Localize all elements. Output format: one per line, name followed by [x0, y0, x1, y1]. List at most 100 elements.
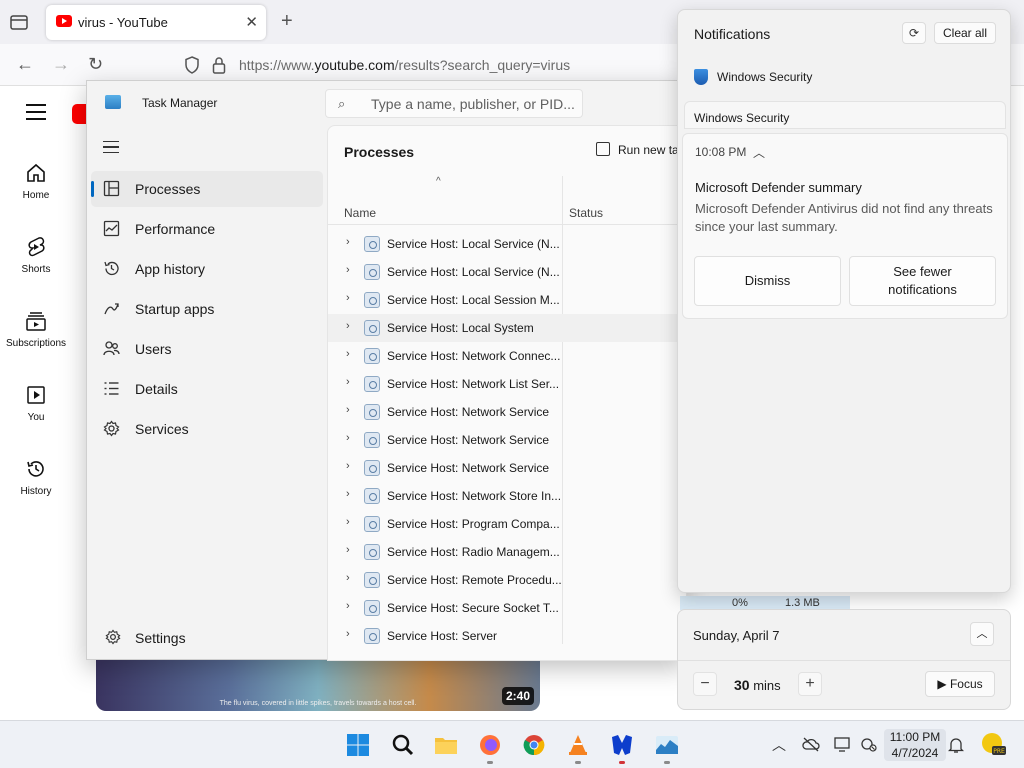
process-row[interactable]: › Service Host: Program Compa...: [328, 510, 686, 538]
expand-chevron-icon[interactable]: ›: [346, 376, 350, 388]
yt-nav-history[interactable]: History: [0, 458, 72, 497]
expand-chevron-icon[interactable]: ›: [346, 292, 350, 304]
nav-settings[interactable]: Settings: [91, 619, 323, 655]
process-row[interactable]: › Service Host: Server: [328, 622, 686, 650]
process-row[interactable]: › Service Host: Local Service (N...: [328, 230, 686, 258]
clear-all-button[interactable]: Clear all: [934, 22, 996, 44]
see-fewer-notifications-button[interactable]: See fewer notifications: [849, 256, 996, 306]
youtube-menu-icon[interactable]: [26, 104, 46, 120]
hamburger-menu-icon[interactable]: [103, 141, 119, 153]
search-icon: ⌕: [338, 96, 346, 111]
browser-tab[interactable]: virus - YouTube ✕: [46, 5, 266, 40]
task-manager-icon[interactable]: [655, 733, 679, 757]
vlc-icon[interactable]: [566, 733, 590, 757]
nav-services[interactable]: Services: [91, 411, 323, 447]
process-search-input[interactable]: ⌕ Type a name, publisher, or PID...: [325, 89, 583, 118]
chrome-icon[interactable]: [522, 733, 546, 757]
service-host-gear-icon: [364, 264, 380, 280]
process-row[interactable]: › Service Host: Secure Socket T...: [328, 594, 686, 622]
yt-nav-you[interactable]: You: [0, 384, 72, 423]
task-manager-titlebar[interactable]: Task Manager ⌕ Type a name, publisher, o…: [87, 81, 685, 125]
nav-performance[interactable]: Performance: [91, 211, 323, 247]
expand-chevron-icon[interactable]: ›: [346, 320, 350, 332]
video-thumbnail[interactable]: The flu virus, covered in little spikes,…: [96, 660, 540, 711]
focus-button[interactable]: ▶ Focus: [925, 671, 995, 697]
increase-minutes-button[interactable]: +: [798, 672, 822, 696]
process-row[interactable]: › Service Host: Local System: [328, 314, 686, 342]
stacked-notification-label: Windows Security: [694, 111, 790, 125]
nav-app-history[interactable]: App history: [91, 251, 323, 287]
expand-chevron-icon[interactable]: ›: [346, 516, 350, 528]
nav-processes[interactable]: Processes: [91, 171, 323, 207]
new-tab-icon[interactable]: +: [281, 10, 293, 33]
decrease-minutes-button[interactable]: −: [693, 672, 717, 696]
process-row[interactable]: › Service Host: Network List Ser...: [328, 370, 686, 398]
expand-chevron-icon[interactable]: ›: [346, 236, 350, 248]
network-disconnected-icon[interactable]: [860, 736, 878, 752]
expand-chevron-icon[interactable]: ›: [346, 264, 350, 276]
process-name: Service Host: Local Service (N...: [387, 237, 560, 251]
run-new-task-label: Run new ta: [618, 143, 679, 157]
process-row[interactable]: › Service Host: Network Store In...: [328, 482, 686, 510]
column-header-status[interactable]: Status: [569, 206, 603, 220]
expand-chevron-icon[interactable]: ›: [346, 432, 350, 444]
expand-chevron-icon[interactable]: ›: [346, 348, 350, 360]
process-row[interactable]: › Service Host: Local Service (N...: [328, 258, 686, 286]
expand-chevron-icon[interactable]: ›: [346, 404, 350, 416]
reload-icon[interactable]: ↻: [88, 54, 103, 75]
do-not-disturb-icon[interactable]: ⟳: [902, 22, 926, 44]
close-tab-icon[interactable]: ✕: [245, 13, 258, 31]
display-icon[interactable]: [834, 736, 852, 752]
expand-chevron-icon[interactable]: ›: [346, 488, 350, 500]
tracking-shield-icon[interactable]: [184, 56, 200, 74]
clock-date-button[interactable]: 11:00 PM 4/7/2024: [884, 729, 946, 761]
settings-gear-icon: [105, 629, 121, 645]
service-host-gear-icon: [364, 376, 380, 392]
expand-chevron-icon[interactable]: ›: [346, 544, 350, 556]
yt-nav-home[interactable]: Home: [0, 162, 72, 201]
notifications-title: Notifications: [694, 26, 771, 42]
nav-users[interactable]: Users: [91, 331, 323, 367]
expand-chevron-icon[interactable]: ›: [346, 600, 350, 612]
back-icon[interactable]: ←: [16, 54, 34, 75]
collapse-chevron-up-icon[interactable]: ︿: [753, 144, 765, 161]
process-row[interactable]: › Service Host: Network Connec...: [328, 342, 686, 370]
nav-details[interactable]: Details: [91, 371, 323, 407]
run-new-task-button[interactable]: Run new ta: [596, 142, 679, 157]
process-row[interactable]: › Service Host: Radio Managem...: [328, 538, 686, 566]
sort-ascending-icon[interactable]: ^: [436, 176, 441, 187]
service-host-gear-icon: [364, 432, 380, 448]
url-bar[interactable]: https://www.youtube.com/results?search_q…: [176, 50, 676, 80]
process-name: Service Host: Network Service: [387, 461, 550, 475]
defender-notification-card[interactable]: 10:08 PM ︿ Microsoft Defender summary Mi…: [682, 133, 1008, 319]
column-header-name[interactable]: Name: [344, 206, 376, 220]
nav-startup-apps[interactable]: Startup apps: [91, 291, 323, 327]
process-row[interactable]: › Service Host: Network Service: [328, 454, 686, 482]
windows-start-icon[interactable]: [346, 733, 370, 757]
process-row[interactable]: › Service Host: Local Session M...: [328, 286, 686, 314]
copilot-pre-icon[interactable]: PRE: [980, 731, 1006, 757]
onedrive-icon[interactable]: [802, 736, 820, 752]
youtube-favicon-icon: [56, 15, 72, 27]
stacked-notification[interactable]: Windows Security: [684, 101, 1006, 129]
process-row[interactable]: › Service Host: Remote Procedu...: [328, 566, 686, 594]
yt-nav-shorts[interactable]: Shorts: [0, 236, 72, 275]
expand-chevron-icon[interactable]: ›: [346, 628, 350, 640]
processes-icon: [103, 180, 120, 197]
lock-icon[interactable]: [212, 56, 226, 74]
tab-list-icon[interactable]: [8, 12, 30, 32]
yt-nav-subscriptions[interactable]: Subscriptions: [0, 310, 72, 349]
process-row[interactable]: › Service Host: Network Service: [328, 398, 686, 426]
expand-chevron-icon[interactable]: ›: [346, 460, 350, 472]
process-row[interactable]: › Service Host: Network Service: [328, 426, 686, 454]
show-hidden-icons-chevron-icon[interactable]: ︿: [772, 735, 786, 755]
forward-icon[interactable]: →: [52, 54, 70, 75]
notification-bell-icon[interactable]: [948, 736, 964, 754]
firefox-icon[interactable]: [478, 733, 502, 757]
expand-chevron-icon[interactable]: ›: [346, 572, 350, 584]
expand-calendar-chevron-icon[interactable]: ︿: [970, 622, 994, 646]
dismiss-button[interactable]: Dismiss: [694, 256, 841, 306]
file-explorer-icon[interactable]: [434, 733, 458, 757]
search-icon[interactable]: [391, 733, 415, 757]
malwarebytes-icon[interactable]: [610, 733, 634, 757]
